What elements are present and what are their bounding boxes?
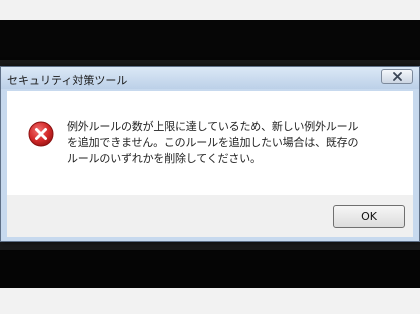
message-area: 例外ルールの数が上限に達しているため、新しい例外ルールを追加できません。このルー… <box>7 91 413 195</box>
ok-button[interactable]: OK <box>333 205 405 228</box>
close-button[interactable] <box>381 69 413 84</box>
error-message: 例外ルールの数が上限に達しているため、新しい例外ルールを追加できません。このルー… <box>67 120 359 165</box>
error-dialog: セキュリティ対策ツール 例外ルールの数が上限に達しているため、新しい例外ルールを… <box>0 66 420 242</box>
button-bar: OK <box>7 195 413 237</box>
close-icon <box>393 72 402 81</box>
dialog-title: セキュリティ対策ツール <box>7 74 128 87</box>
error-icon <box>28 121 54 147</box>
title-bar: セキュリティ対策ツール <box>1 67 419 89</box>
